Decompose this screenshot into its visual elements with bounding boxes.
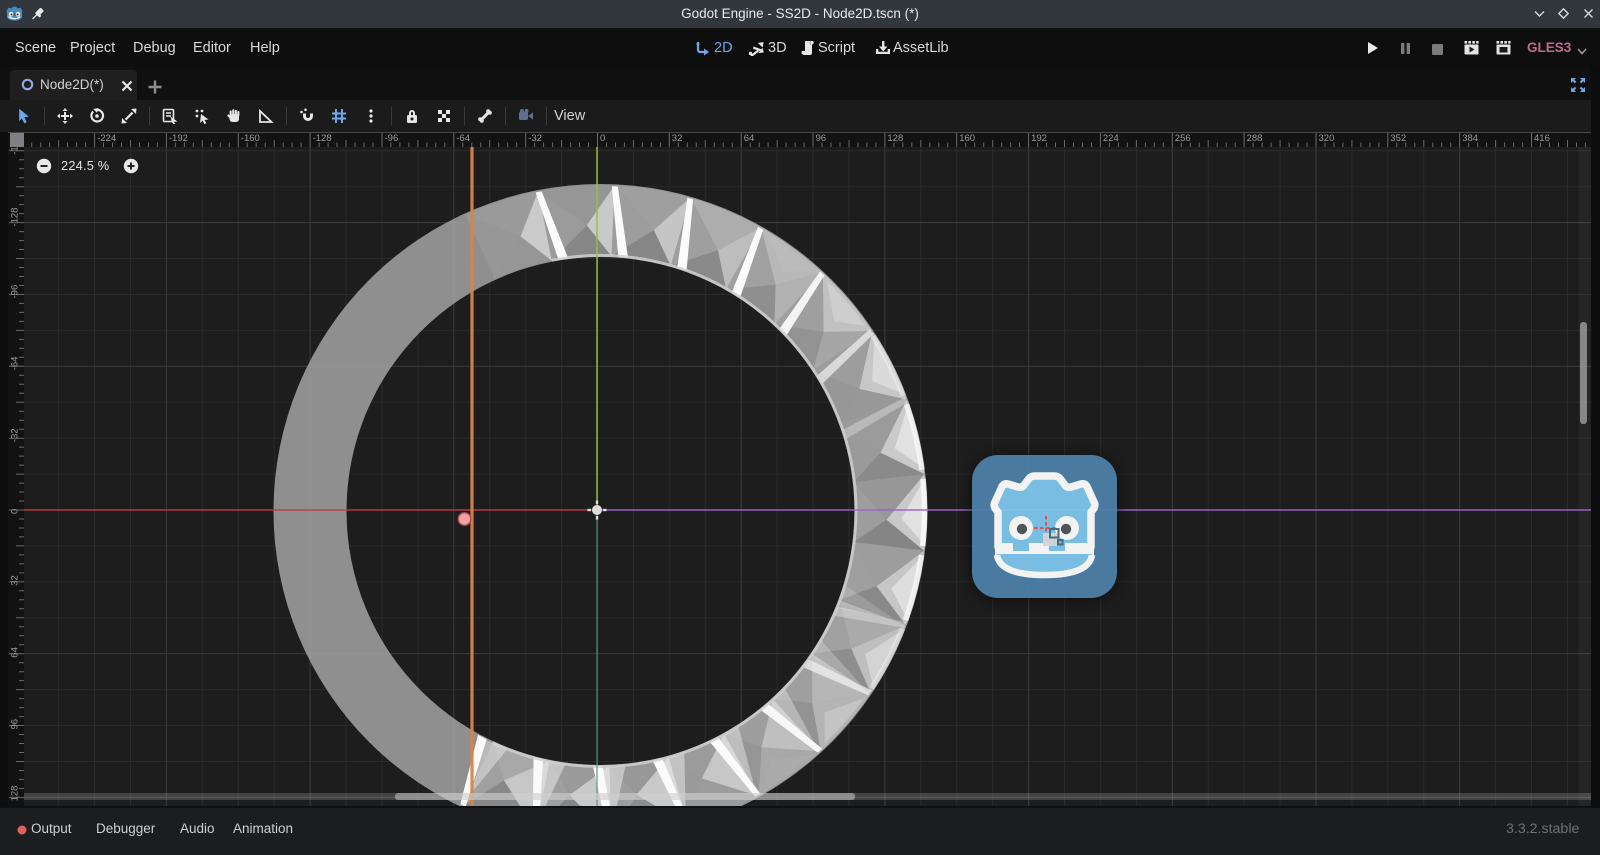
svg-text:-96: -96 (385, 133, 399, 144)
svg-text:-32: -32 (528, 133, 542, 144)
svg-text:-64: -64 (456, 133, 470, 144)
svg-text:384: 384 (1462, 133, 1478, 144)
svg-text:-160: -160 (241, 133, 260, 144)
svg-text:-224: -224 (97, 133, 116, 144)
svg-text:32: 32 (672, 133, 683, 144)
svg-text:192: 192 (1031, 133, 1047, 144)
svg-text:0: 0 (600, 133, 605, 144)
svg-text:64: 64 (10, 647, 21, 658)
svg-text:160: 160 (959, 133, 975, 144)
svg-text:96: 96 (816, 133, 827, 144)
svg-text:128: 128 (887, 133, 903, 144)
svg-text:0: 0 (10, 509, 21, 514)
svg-text:-128: -128 (10, 208, 21, 227)
svg-text:224: 224 (1103, 133, 1119, 144)
svg-text:32: 32 (10, 575, 21, 586)
svg-text:416: 416 (1534, 133, 1550, 144)
svg-text:-64: -64 (10, 357, 21, 371)
svg-text:96: 96 (10, 719, 21, 730)
svg-text:64: 64 (744, 133, 755, 144)
svg-text:320: 320 (1319, 133, 1335, 144)
svg-text:-96: -96 (10, 285, 21, 299)
svg-text:288: 288 (1247, 133, 1263, 144)
svg-text:256: 256 (1175, 133, 1191, 144)
svg-text:-160: -160 (10, 147, 21, 155)
svg-text:352: 352 (1390, 133, 1406, 144)
svg-text:-192: -192 (169, 133, 188, 144)
svg-text:-128: -128 (313, 133, 332, 144)
svg-text:128: 128 (10, 786, 21, 802)
svg-text:-32: -32 (10, 428, 21, 442)
